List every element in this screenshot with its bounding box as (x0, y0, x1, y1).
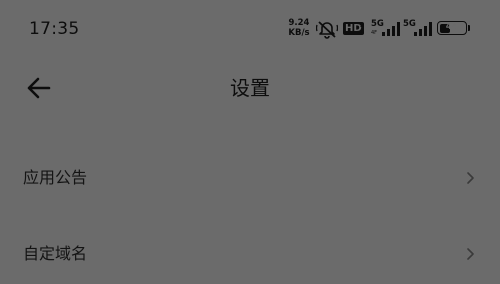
settings-item-custom-domain[interactable]: 自定域名 (0, 226, 500, 284)
status-time: 17:35 (29, 19, 80, 39)
vibrate-off-icon (316, 21, 338, 39)
page-title: 设置 (230, 76, 270, 100)
signal-bars-icon (382, 22, 400, 36)
battery-icon: 44 (437, 21, 467, 35)
status-bar: 17:35 9.24 KB/s HD 2 5G 4F 5G 44 (0, 0, 500, 58)
sim1-sub-label: 4F (371, 30, 378, 36)
network-speed: 9.24 KB/s (285, 18, 313, 38)
settings-item-app-announcement[interactable]: 应用公告 (0, 150, 500, 208)
hd-voice-sim-index: 2 (360, 22, 365, 29)
network-speed-unit: KB/s (288, 28, 310, 38)
battery-tip (468, 25, 470, 31)
signal-bars-icon (414, 22, 432, 36)
network-speed-value: 9.24 (288, 18, 310, 28)
settings-item-label: 应用公告 (23, 168, 88, 187)
battery-level: 44 (445, 22, 459, 32)
chevron-right-icon (467, 172, 474, 184)
sim2-signal: 5G (403, 19, 435, 39)
sim1-signal: 5G 4F (371, 19, 403, 39)
settings-item-label: 自定域名 (23, 244, 88, 263)
